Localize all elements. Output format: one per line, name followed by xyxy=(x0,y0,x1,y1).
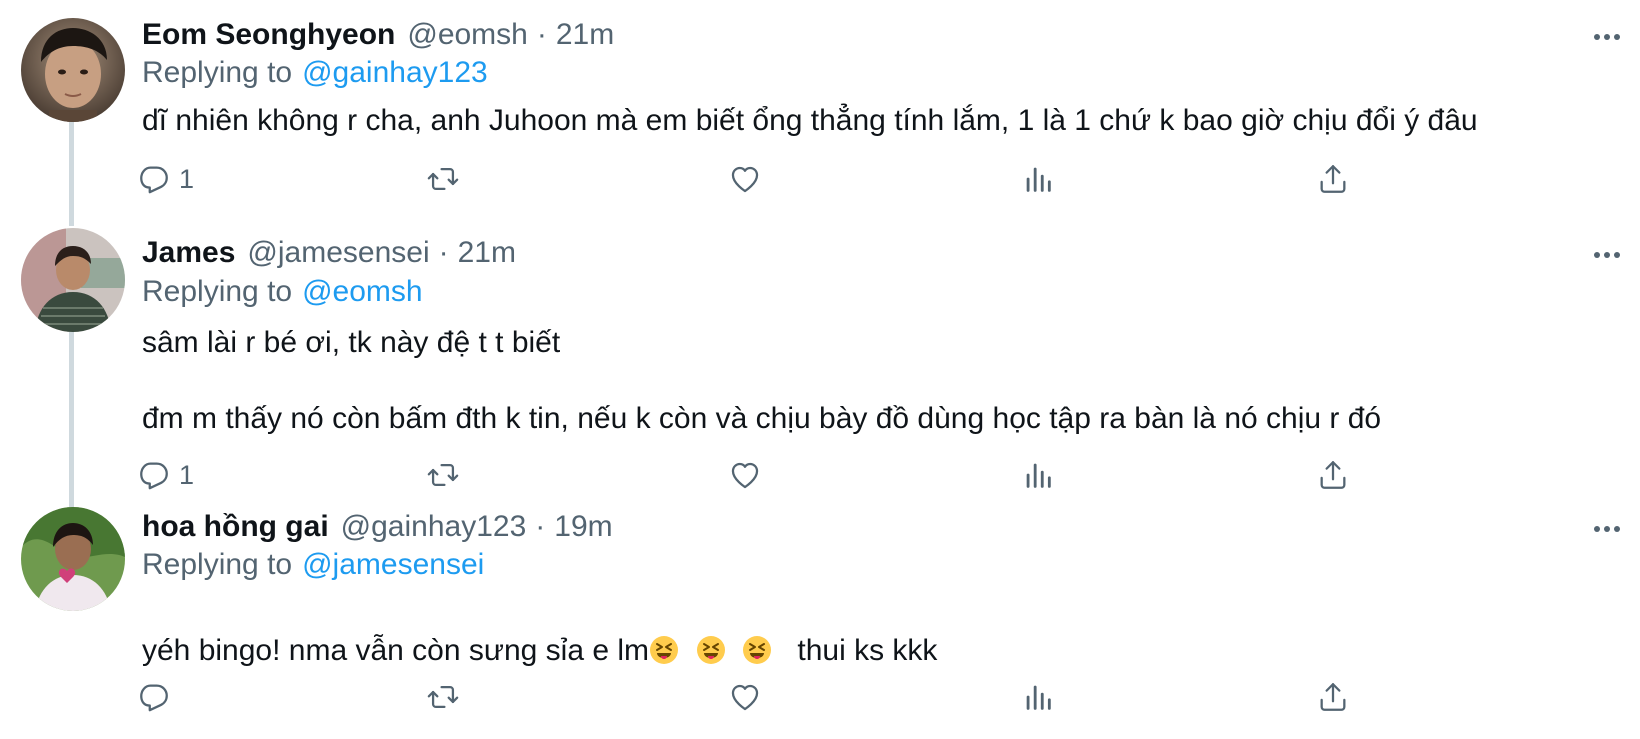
reply-icon xyxy=(137,680,171,714)
avatar[interactable] xyxy=(21,507,125,611)
tweet-text: yéh bingo! nma vẫn còn sưng sỉa e lm thu… xyxy=(142,634,937,668)
more-options-button[interactable] xyxy=(1590,245,1624,265)
avatar[interactable] xyxy=(21,228,125,332)
separator-dot: · xyxy=(535,510,546,543)
emoji-spacer xyxy=(679,634,696,667)
share-button[interactable] xyxy=(1316,458,1350,492)
reply-count: 1 xyxy=(179,459,195,490)
avatar[interactable] xyxy=(21,18,125,122)
tweet-text: dĩ nhiên không r cha, anh Juhoon mà em b… xyxy=(142,104,1478,137)
more-options-button[interactable] xyxy=(1590,27,1624,47)
share-button[interactable] xyxy=(1316,680,1350,714)
tweet[interactable]: Eom Seonghyeon @eomsh · 21m Replying to @… xyxy=(0,0,1640,220)
retweet-icon xyxy=(426,458,460,492)
timestamp[interactable]: 21m xyxy=(458,236,516,270)
mention-link[interactable]: @eomsh xyxy=(302,275,423,308)
tweet-text-after-emoji: thui ks kkk xyxy=(797,634,938,667)
more-icon xyxy=(1590,519,1624,539)
like-icon xyxy=(728,162,762,196)
tweet-header: hoa hồng gai @gainhay123 · 19m xyxy=(142,510,613,550)
like-icon xyxy=(728,458,762,492)
mention-link[interactable]: @jamesensei xyxy=(302,548,484,581)
analytics-icon xyxy=(1021,458,1055,492)
avatar-image xyxy=(21,228,125,332)
analytics-button[interactable] xyxy=(1021,162,1055,196)
more-options-button[interactable] xyxy=(1590,519,1624,539)
emoji-spacer xyxy=(726,634,743,667)
retweet-button[interactable] xyxy=(426,680,460,714)
more-icon xyxy=(1590,27,1624,47)
avatar-image xyxy=(21,507,125,611)
separator-dot: · xyxy=(536,18,547,51)
avatar-image xyxy=(21,18,125,122)
replying-to-label: Replying to xyxy=(142,548,293,581)
display-name[interactable]: James xyxy=(142,236,235,270)
squinting-face-with-tongue-emoji xyxy=(649,635,679,665)
tweet-text-line: sâm lài r bé ơi, tk này đệ t t biết xyxy=(142,326,561,359)
like-button[interactable] xyxy=(728,162,762,196)
tweet-text-before-emoji: yéh bingo! nma vẫn còn sưng sỉa e lm xyxy=(142,634,650,667)
separator-dot: · xyxy=(438,236,449,269)
retweet-icon xyxy=(426,162,460,196)
tweet-text-line: đm m thấy nó còn bấm đth k tin, nếu k cò… xyxy=(142,402,1382,435)
mention-link[interactable]: @gainhay123 xyxy=(302,56,488,89)
tweet-header: Eom Seonghyeon @eomsh · 21m xyxy=(142,18,614,58)
share-icon xyxy=(1316,680,1350,714)
reply-button[interactable]: 1 xyxy=(137,162,194,196)
like-icon xyxy=(728,680,762,714)
reply-icon xyxy=(137,458,171,492)
reply-count: 1 xyxy=(179,163,195,194)
emoji-spacer xyxy=(772,634,797,667)
analytics-icon xyxy=(1021,680,1055,714)
user-handle[interactable]: @jamesensei xyxy=(247,236,429,270)
display-name[interactable]: hoa hồng gai xyxy=(142,510,329,544)
squinting-face-with-tongue-emoji xyxy=(696,635,726,665)
replying-to: Replying to @gainhay123 xyxy=(142,56,488,90)
more-icon xyxy=(1590,245,1624,265)
timestamp[interactable]: 19m xyxy=(554,510,612,544)
analytics-button[interactable] xyxy=(1021,458,1055,492)
retweet-button[interactable] xyxy=(426,458,460,492)
user-handle[interactable]: @eomsh xyxy=(407,18,528,52)
replying-to: Replying to @eomsh xyxy=(142,275,423,309)
retweet-button[interactable] xyxy=(426,162,460,196)
thread-line xyxy=(69,332,74,507)
reply-button[interactable]: 1 xyxy=(137,458,194,492)
replying-to-label: Replying to xyxy=(142,56,293,89)
like-button[interactable] xyxy=(728,458,762,492)
user-handle[interactable]: @gainhay123 xyxy=(341,510,527,544)
timestamp[interactable]: 21m xyxy=(556,18,614,52)
retweet-icon xyxy=(426,680,460,714)
analytics-button[interactable] xyxy=(1021,680,1055,714)
share-icon xyxy=(1316,162,1350,196)
replying-to-label: Replying to xyxy=(142,275,293,308)
reply-icon xyxy=(137,162,171,196)
like-button[interactable] xyxy=(728,680,762,714)
share-icon xyxy=(1316,458,1350,492)
share-button[interactable] xyxy=(1316,162,1350,196)
replying-to: Replying to @jamesensei xyxy=(142,548,484,582)
display-name[interactable]: Eom Seonghyeon xyxy=(142,18,395,52)
squinting-face-with-tongue-emoji xyxy=(742,635,772,665)
reply-button[interactable] xyxy=(137,680,179,714)
analytics-icon xyxy=(1021,162,1055,196)
tweet-header: James @jamesensei · 21m xyxy=(142,236,516,276)
